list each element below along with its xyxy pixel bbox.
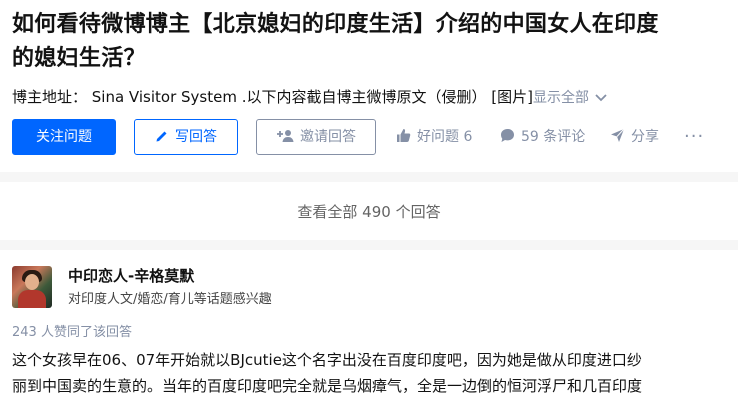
- write-answer-button[interactable]: 写回答: [134, 119, 238, 155]
- add-user-icon: [277, 129, 294, 142]
- comments-button[interactable]: 59 条评论: [500, 119, 585, 155]
- invite-answer-button[interactable]: 邀请回答: [256, 119, 376, 155]
- share-button[interactable]: 分享: [610, 119, 659, 155]
- question-detail: 博主地址： Sina Visitor System .以下内容截自博主微博原文（…: [12, 85, 738, 110]
- question-page: 如何看待微博博主【北京媳妇的印度生活】介绍的中国女人在印度 的媳妇生活？ 博主地…: [0, 0, 738, 404]
- question-title-line2: 的媳妇生活？: [12, 46, 146, 71]
- avatar-figure-face: [25, 274, 39, 290]
- chevron-down-icon: [595, 94, 607, 102]
- follow-question-label: 关注问题: [36, 129, 92, 145]
- invite-answer-label: 邀请回答: [300, 129, 356, 145]
- pencil-icon: [156, 131, 167, 141]
- share-label: 分享: [631, 129, 659, 145]
- author-name[interactable]: 中印恋人-辛格莫默: [68, 265, 194, 287]
- write-answer-label: 写回答: [175, 129, 217, 145]
- comments-label: 59 条评论: [521, 129, 586, 145]
- question-title-line1: 如何看待微博博主【北京媳妇的印度生活】介绍的中国女人在印度: [12, 12, 659, 37]
- show-all-button[interactable]: 显示全部: [533, 90, 609, 106]
- question-actions: 关注问题 写回答 邀请回答 好问题 6 59 条评论 分享 ···: [12, 119, 738, 155]
- vote-summary: 243 人赞同了该回答: [12, 325, 132, 340]
- more-dots-icon[interactable]: ···: [684, 119, 704, 155]
- question-detail-text: 博主地址： Sina Visitor System .以下内容截自博主微博原文（…: [12, 88, 533, 106]
- follow-question-button[interactable]: 关注问题: [12, 119, 116, 155]
- show-all-label: 显示全部: [532, 90, 589, 106]
- good-question-label: 好问题 6: [417, 129, 473, 145]
- good-question-button[interactable]: 好问题 6: [396, 119, 472, 155]
- paper-plane-icon: [611, 128, 625, 142]
- author-headline: 对印度人文/婚恋/育儿等话题感兴趣: [68, 292, 272, 307]
- avatar-figure-body: [18, 290, 46, 308]
- section-divider: [0, 172, 738, 182]
- answer-text-line2: 丽到中国卖的生意的。当年的百度印度吧完全就是乌烟瘴气，全是一边倒的恒河浮尸和几百…: [12, 377, 643, 395]
- question-title: 如何看待微博博主【北京媳妇的印度生活】介绍的中国女人在印度 的媳妇生活？: [12, 8, 738, 76]
- comment-bubble-icon: [501, 129, 514, 142]
- view-all-answers-link[interactable]: 查看全部 490 个回答: [0, 182, 738, 240]
- avatar[interactable]: [12, 266, 52, 308]
- answer-text-line1: 这个女孩早在06、07年开始就以BJcutie这个名字出没在百度印度吧，因为她是…: [12, 351, 642, 369]
- section-divider: [0, 240, 738, 250]
- thumbs-up-icon: [397, 129, 411, 142]
- answer-content: 这个女孩早在06、07年开始就以BJcutie这个名字出没在百度印度吧，因为她是…: [12, 347, 738, 399]
